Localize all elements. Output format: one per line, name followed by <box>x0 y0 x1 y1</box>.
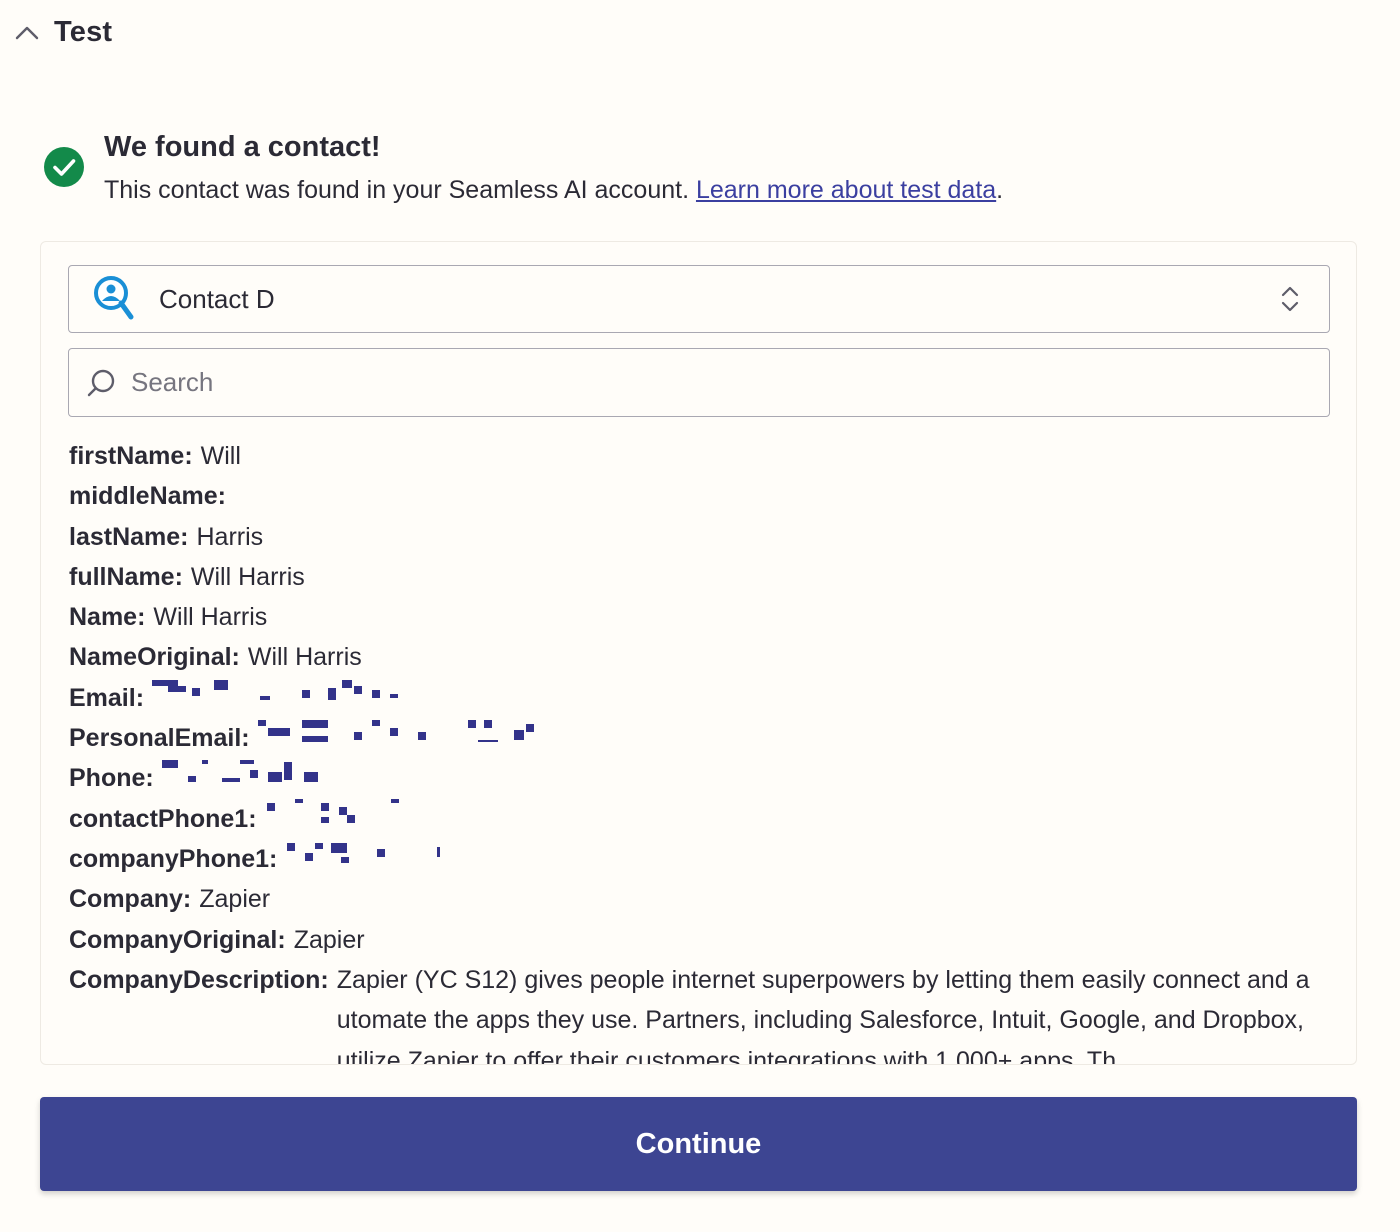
selector-label: Contact D <box>159 283 275 314</box>
search-icon <box>87 369 115 396</box>
section-title: Test <box>54 16 113 48</box>
field-row: Phone: <box>69 758 1331 798</box>
result-description-text: This contact was found in your Seamless … <box>104 176 696 204</box>
section-toggle[interactable]: Test <box>14 16 112 49</box>
field-row: contactPhone1: <box>69 798 1331 839</box>
field-key: lastName: <box>69 522 189 551</box>
field-row: PersonalEmail: <box>69 718 1331 758</box>
search-field[interactable] <box>68 348 1330 417</box>
field-row: fullName: Will Harris <box>69 557 1331 597</box>
success-check-icon <box>44 147 84 187</box>
field-key: Company: <box>69 885 192 914</box>
field-key: companyPhone1: <box>69 844 278 873</box>
redacted-value <box>152 679 399 700</box>
field-key: CompanyOriginal: <box>69 925 286 954</box>
continue-button-label: Continue <box>635 1127 762 1160</box>
field-row: Name: Will Harris <box>69 597 1331 637</box>
field-row: NameOriginal: Will Harris <box>69 637 1331 677</box>
field-list: firstName: Will middleName: lastName: Harr… <box>69 436 1331 1065</box>
field-key: contactPhone1: <box>69 804 257 833</box>
redacted-value <box>287 842 441 863</box>
redacted-value <box>266 798 399 823</box>
field-key: NameOriginal: <box>69 643 240 672</box>
learn-more-link[interactable]: Learn more about test data <box>696 176 996 204</box>
test-result-message: We found a contact! This contact was fou… <box>44 130 1003 206</box>
result-description-trailing: . <box>996 176 1004 204</box>
seamless-ai-contact-icon <box>94 276 134 320</box>
chevron-up-down-icon <box>1281 286 1299 312</box>
field-value: Zapier (YC S12) gives people internet su… <box>336 965 1310 1065</box>
result-description: This contact was found in your Seamless … <box>104 174 1003 206</box>
field-key: firstName: <box>69 442 193 470</box>
field-value: Will <box>200 442 241 470</box>
field-row: CompanyOriginal: Zapier <box>69 920 1331 960</box>
field-key: middleName: <box>69 482 226 511</box>
field-row: lastName: Harris <box>69 517 1331 557</box>
field-key: CompanyDescription: <box>69 965 329 994</box>
field-value: Will Harris <box>190 562 305 591</box>
field-value: Will Harris <box>153 603 268 632</box>
field-value: Harris <box>196 522 264 551</box>
chevron-up-icon <box>15 26 39 39</box>
field-row: Email: <box>69 678 1331 718</box>
redacted-value <box>161 760 318 783</box>
field-row: firstName: Will <box>69 436 1331 476</box>
field-key: Phone: <box>69 764 154 793</box>
redacted-value <box>257 720 534 743</box>
field-row: middleName: <box>69 476 1331 516</box>
test-data-card: Contact D firstName:Will middleName: las… <box>40 241 1357 1065</box>
result-title: We found a contact! <box>104 131 381 163</box>
field-value: Zapier <box>293 925 365 954</box>
field-value: Zapier <box>199 885 271 914</box>
search-input[interactable] <box>131 349 1329 416</box>
field-row: Company: Zapier <box>69 879 1331 919</box>
field-row: companyPhone1: <box>69 839 1331 879</box>
field-key: Name: <box>69 603 146 632</box>
continue-button[interactable]: Continue <box>40 1097 1357 1191</box>
field-key: PersonalEmail: <box>69 724 250 753</box>
field-key: fullName: <box>69 562 183 591</box>
field-key: Email: <box>69 683 145 712</box>
field-value: Will Harris <box>247 643 362 672</box>
field-row: CompanyDescription: Zapier (YC S12) gives… <box>69 960 1331 1065</box>
record-selector[interactable]: Contact D <box>68 265 1330 333</box>
